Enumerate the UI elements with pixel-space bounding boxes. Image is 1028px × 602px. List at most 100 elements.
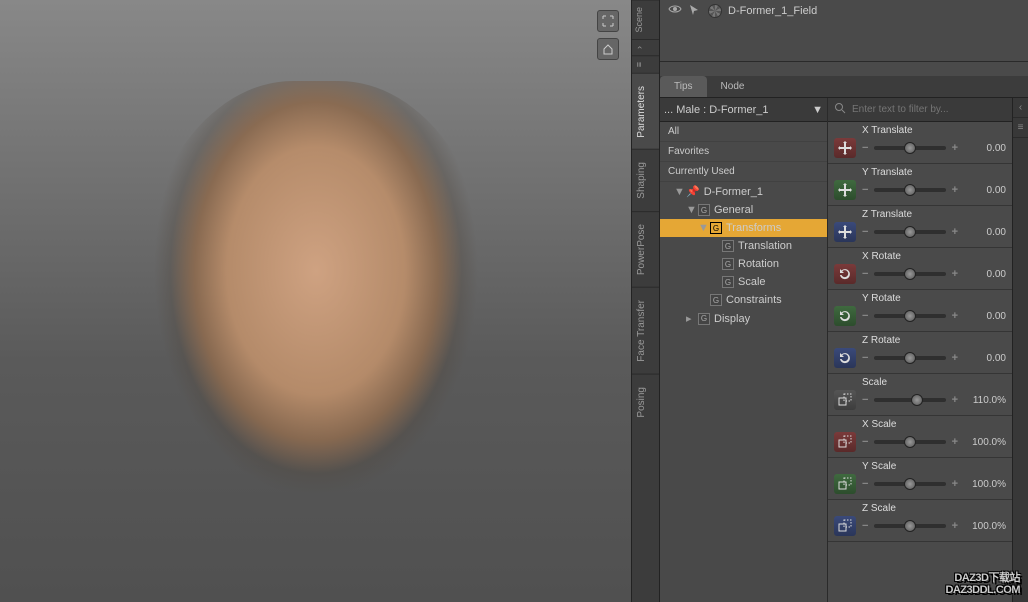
slider-knob[interactable] [904, 268, 916, 280]
slider-knob[interactable] [904, 310, 916, 322]
slider-knob[interactable] [904, 226, 916, 238]
tool-button[interactable]: ≡ [1013, 118, 1028, 138]
rotate-icon[interactable] [834, 306, 856, 326]
tree-scale[interactable]: GScale [660, 273, 827, 291]
slider-knob[interactable] [904, 142, 916, 154]
increment-button[interactable]: + [950, 394, 960, 406]
viewport-home-button[interactable] [597, 38, 619, 60]
slider-knob[interactable] [904, 184, 916, 196]
sidebar-tab-shaping[interactable]: Shaping [632, 149, 659, 211]
sidebar-tab-parameters[interactable]: Parameters [632, 73, 659, 150]
search-icon[interactable] [834, 102, 846, 117]
sidebar-tab-powerpose[interactable]: PowerPose [632, 211, 659, 287]
sidebar-tab-menu[interactable]: ≡ [632, 55, 659, 73]
decrement-button[interactable]: − [860, 478, 870, 490]
translate-icon[interactable] [834, 138, 856, 158]
tab-tips[interactable]: Tips [660, 76, 707, 97]
increment-button[interactable]: + [950, 142, 960, 154]
sidebar-tab-facetransfer[interactable]: Face Transfer [632, 287, 659, 374]
filter-input[interactable] [852, 104, 1006, 115]
increment-button[interactable]: + [950, 226, 960, 238]
decrement-button[interactable]: − [860, 142, 870, 154]
increment-button[interactable]: + [950, 436, 960, 448]
slider-track[interactable] [874, 188, 945, 192]
slider-knob[interactable] [904, 478, 916, 490]
increment-button[interactable]: + [950, 310, 960, 322]
slider-track[interactable] [874, 356, 945, 360]
slider-label: Z Rotate [834, 335, 1006, 346]
scale-icon[interactable] [834, 432, 856, 452]
slider-value[interactable]: 0.00 [964, 269, 1006, 280]
slider-knob[interactable] [904, 520, 916, 532]
breadcrumb[interactable]: ... Male : D-Former_1 ▼ [660, 98, 827, 122]
g-icon: G [698, 204, 710, 216]
increment-button[interactable]: + [950, 184, 960, 196]
slider-knob[interactable] [911, 394, 923, 406]
nav-currently-used[interactable]: Currently Used [660, 162, 827, 182]
slider-knob[interactable] [904, 436, 916, 448]
sidebar-tab-posing[interactable]: Posing [632, 374, 659, 430]
decrement-button[interactable]: − [860, 310, 870, 322]
slider-value[interactable]: 100.0% [964, 521, 1006, 532]
increment-button[interactable]: + [950, 352, 960, 364]
increment-button[interactable]: + [950, 478, 960, 490]
rotate-icon[interactable] [834, 348, 856, 368]
filter-row [828, 98, 1012, 122]
decrement-button[interactable]: − [860, 352, 870, 364]
slider-track[interactable] [874, 146, 945, 150]
rotate-icon[interactable] [834, 264, 856, 284]
decrement-button[interactable]: − [860, 226, 870, 238]
sidebar-tab-scene[interactable]: Scene [632, 0, 659, 39]
slider-track[interactable] [874, 398, 945, 402]
decrement-button[interactable]: − [860, 268, 870, 280]
visibility-icon[interactable] [668, 4, 682, 19]
viewport-3d[interactable] [0, 0, 632, 602]
tree-display[interactable]: ▸GDisplay [660, 309, 827, 328]
viewport-expand-button[interactable] [597, 10, 619, 32]
slider-value[interactable]: 100.0% [964, 437, 1006, 448]
tree-constraints[interactable]: GConstraints [660, 291, 827, 309]
decrement-button[interactable]: − [860, 436, 870, 448]
sidebar-tab-toggle[interactable]: › [632, 39, 659, 55]
nav-favorites[interactable]: Favorites [660, 142, 827, 162]
increment-button[interactable]: + [950, 520, 960, 532]
decrement-button[interactable]: − [860, 394, 870, 406]
select-icon[interactable] [688, 4, 700, 19]
scale-icon[interactable] [834, 390, 856, 410]
watermark-line1: DAZ3D下载站 [945, 572, 1020, 584]
tree-translation[interactable]: GTranslation [660, 237, 827, 255]
slider-value[interactable]: 0.00 [964, 353, 1006, 364]
translate-icon[interactable] [834, 222, 856, 242]
tree-root-label: D-Former_1 [704, 186, 763, 198]
slider-value[interactable]: 0.00 [964, 311, 1006, 322]
chevron-down-icon[interactable]: ▼ [812, 104, 823, 116]
slider-value[interactable]: 110.0% [964, 395, 1006, 406]
decrement-button[interactable]: − [860, 520, 870, 532]
scale-icon[interactable] [834, 474, 856, 494]
slider-track[interactable] [874, 272, 945, 276]
g-icon: G [722, 258, 734, 270]
slider-knob[interactable] [904, 352, 916, 364]
slider-track[interactable] [874, 314, 945, 318]
translate-icon[interactable] [834, 180, 856, 200]
scale-icon[interactable] [834, 516, 856, 536]
tree-transforms[interactable]: ▼GTransforms [660, 219, 827, 237]
increment-button[interactable]: + [950, 268, 960, 280]
tree-general[interactable]: ▼GGeneral [660, 201, 827, 219]
scene-item[interactable]: D-Former_1_Field [708, 4, 817, 18]
slider-value[interactable]: 0.00 [964, 185, 1006, 196]
tree-rotation[interactable]: GRotation [660, 255, 827, 273]
slider-track[interactable] [874, 482, 945, 486]
tab-node[interactable]: Node [707, 76, 759, 97]
decrement-button[interactable]: − [860, 184, 870, 196]
slider-value[interactable]: 0.00 [964, 143, 1006, 154]
tree-transforms-label: Transforms [726, 222, 781, 234]
nav-all[interactable]: All [660, 122, 827, 142]
slider-track[interactable] [874, 230, 945, 234]
tree-root[interactable]: ▼📌D-Former_1 [660, 182, 827, 201]
slider-track[interactable] [874, 524, 945, 528]
slider-value[interactable]: 100.0% [964, 479, 1006, 490]
tool-button[interactable]: ‹ [1013, 98, 1028, 118]
slider-track[interactable] [874, 440, 945, 444]
slider-value[interactable]: 0.00 [964, 227, 1006, 238]
